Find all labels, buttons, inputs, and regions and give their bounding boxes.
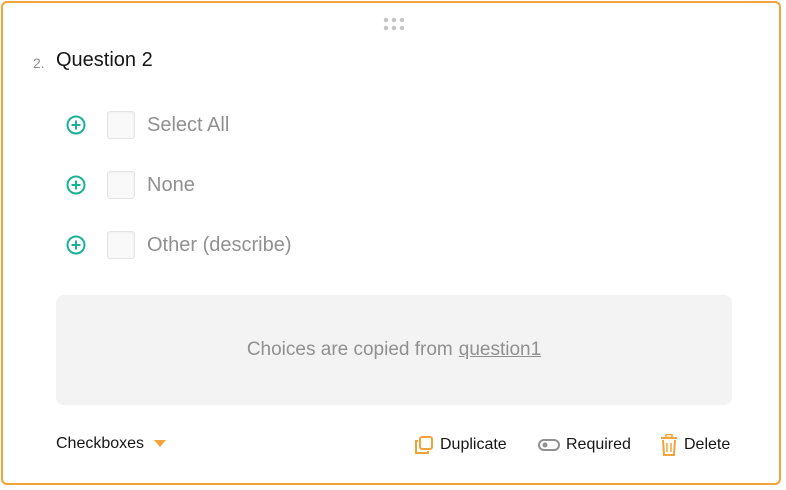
question-number: 2.: [33, 55, 45, 71]
caret-down-icon: [154, 435, 167, 453]
delete-button[interactable]: Delete: [660, 433, 730, 457]
add-choice-icon[interactable]: [65, 114, 87, 136]
question-toolbar: Checkboxes Duplicate Required Delete: [3, 433, 779, 457]
choice-label[interactable]: Select All: [147, 114, 229, 137]
duplicate-label: Duplicate: [440, 436, 507, 453]
toggle-icon: [538, 438, 560, 452]
copied-choices-notice: Choices are copied from question1: [56, 295, 732, 405]
duplicate-button[interactable]: Duplicate: [414, 433, 507, 457]
copied-notice-text: Choices are copied from: [246, 339, 453, 360]
required-toggle[interactable]: Required: [538, 433, 631, 457]
choice-item: None: [65, 169, 195, 201]
question-type-dropdown[interactable]: Checkboxes: [56, 435, 167, 453]
question-type-label: Checkboxes: [56, 435, 145, 452]
question-card[interactable]: 2. Question 2 Select All None Other (des…: [1, 1, 781, 485]
choice-item: Select All: [65, 109, 229, 141]
choice-label[interactable]: None: [147, 174, 195, 197]
drag-handle-icon[interactable]: [383, 17, 405, 31]
choice-checkbox[interactable]: [107, 171, 135, 199]
source-question-link[interactable]: question1: [459, 339, 541, 361]
delete-label: Delete: [684, 436, 731, 453]
choice-label[interactable]: Other (describe): [147, 234, 292, 257]
choice-checkbox[interactable]: [107, 111, 135, 139]
add-choice-icon[interactable]: [65, 174, 87, 196]
choice-item: Other (describe): [65, 229, 292, 261]
duplicate-icon: [414, 435, 434, 455]
choice-checkbox[interactable]: [107, 231, 135, 259]
trash-icon: [660, 434, 678, 456]
add-choice-icon[interactable]: [65, 234, 87, 256]
required-label: Required: [566, 436, 631, 453]
question-title[interactable]: Question 2: [56, 49, 153, 72]
